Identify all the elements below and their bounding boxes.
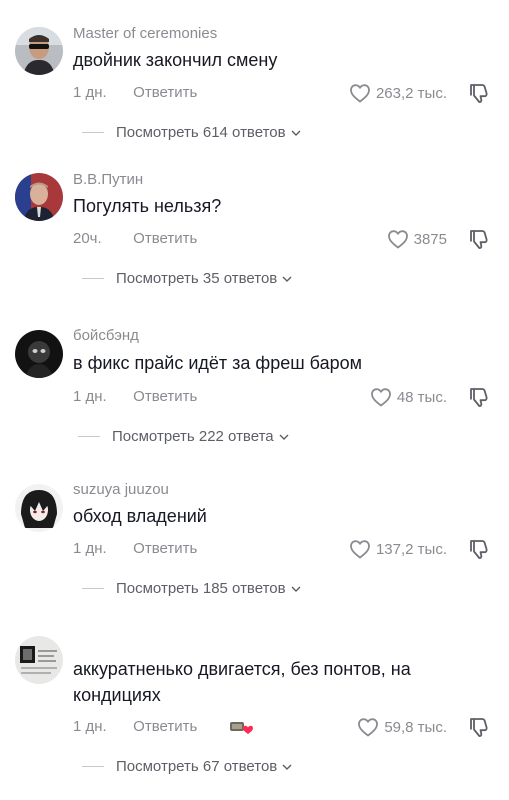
- thumbs-down-icon: [470, 540, 488, 559]
- avatar-image-icon: [15, 484, 63, 532]
- divider-line: [78, 436, 100, 437]
- comment-time: 1 дн.: [73, 718, 107, 735]
- view-replies-button[interactable]: Посмотреть 222 ответа: [78, 428, 291, 445]
- comment-meta: 1 дн. Ответить: [73, 84, 197, 101]
- chevron-down-icon: [282, 764, 292, 770]
- view-replies-label: Посмотреть 222 ответа: [112, 428, 274, 445]
- comment-time: 20ч.: [73, 230, 102, 247]
- avatar[interactable]: [15, 330, 63, 378]
- like-count: 263,2 тыс.: [375, 84, 447, 102]
- like-button[interactable]: 263,2 тыс.: [348, 81, 447, 105]
- comment-text: обход владений: [73, 506, 207, 526]
- avatar[interactable]: [15, 636, 63, 684]
- chevron-down-icon: [291, 586, 301, 592]
- like-button[interactable]: 59,8 тыс.: [356, 715, 447, 739]
- dislike-button[interactable]: [467, 81, 491, 105]
- chevron-down-icon: [291, 130, 301, 136]
- divider-line: [82, 588, 104, 589]
- heart-outline-icon: [350, 540, 370, 559]
- comment-meta: 1 дн. Ответить: [73, 388, 197, 405]
- avatar[interactable]: [15, 173, 63, 221]
- view-replies-label: Посмотреть 67 ответов: [116, 758, 278, 775]
- chevron-down-icon: [279, 434, 289, 440]
- thumbs-down-icon: [470, 388, 488, 407]
- view-replies-button[interactable]: Посмотреть 67 ответов: [82, 758, 294, 775]
- creator-liked-badge-icon: [230, 722, 253, 734]
- avatar-image-icon: [15, 27, 63, 75]
- comment-username[interactable]: бойсбэнд: [73, 327, 139, 344]
- chevron-down-icon: [282, 276, 292, 282]
- avatar[interactable]: [15, 484, 63, 532]
- heart-outline-icon: [358, 718, 379, 737]
- like-count: 48 тыс.: [396, 388, 447, 406]
- view-replies-button[interactable]: Посмотреть 185 ответов: [82, 580, 303, 597]
- like-button[interactable]: 137,2 тыс.: [348, 537, 447, 561]
- avatar-image-icon: [15, 330, 63, 378]
- thumbs-down-icon: [470, 718, 488, 737]
- comment-text: аккуратненько двигается, без понтов, на …: [73, 659, 411, 705]
- dislike-button[interactable]: [467, 385, 491, 409]
- thumbs-down-icon: [470, 84, 488, 103]
- like-count: 59,8 тыс.: [384, 718, 447, 736]
- comment-time: 1 дн.: [73, 540, 107, 557]
- comment-text: Погулять нельзя?: [73, 196, 222, 216]
- avatar[interactable]: [15, 27, 63, 75]
- view-replies-label: Посмотреть 614 ответов: [116, 124, 286, 141]
- dislike-button[interactable]: [467, 227, 491, 251]
- comment-meta: 20ч. Ответить: [73, 230, 197, 247]
- like-count: 137,2 тыс.: [375, 540, 447, 558]
- reply-button[interactable]: Ответить: [133, 388, 197, 405]
- heart-outline-icon: [387, 230, 408, 249]
- like-button[interactable]: 48 тыс.: [369, 385, 447, 409]
- view-replies-button[interactable]: Посмотреть 35 ответов: [82, 270, 294, 287]
- divider-line: [82, 766, 104, 767]
- comment-time: 1 дн.: [73, 388, 107, 405]
- divider-line: [82, 278, 104, 279]
- comment-time: 1 дн.: [73, 84, 107, 101]
- dislike-button[interactable]: [467, 715, 491, 739]
- like-count: 3875: [413, 230, 447, 248]
- comment-meta: 1 дн. Ответить: [73, 718, 197, 735]
- comment-username[interactable]: Master of ceremonies: [73, 25, 217, 42]
- comment-meta: 1 дн. Ответить: [73, 540, 197, 557]
- heart-outline-icon: [350, 84, 370, 103]
- avatar-image-icon: [15, 173, 63, 221]
- view-replies-label: Посмотреть 35 ответов: [116, 270, 278, 287]
- comment-username[interactable]: В.В.Путин: [73, 171, 143, 188]
- reply-button[interactable]: Ответить: [133, 540, 197, 557]
- reply-button[interactable]: Ответить: [133, 718, 197, 735]
- dislike-button[interactable]: [467, 537, 491, 561]
- comment-username[interactable]: suzuya juuzou: [73, 481, 169, 498]
- reply-button[interactable]: Ответить: [133, 230, 197, 247]
- reply-button[interactable]: Ответить: [133, 84, 197, 101]
- thumbs-down-icon: [470, 230, 488, 249]
- comment-text: в фикс прайс идёт за фреш баром: [73, 353, 362, 373]
- heart-outline-icon: [370, 388, 391, 407]
- divider-line: [82, 132, 104, 133]
- view-replies-label: Посмотреть 185 ответов: [116, 580, 286, 597]
- creator-liked-badge: [229, 718, 255, 741]
- comment-text: двойник закончил смену: [73, 50, 278, 70]
- view-replies-button[interactable]: Посмотреть 614 ответов: [82, 124, 303, 141]
- avatar-image-icon: [15, 636, 63, 684]
- like-button[interactable]: 3875: [386, 227, 447, 251]
